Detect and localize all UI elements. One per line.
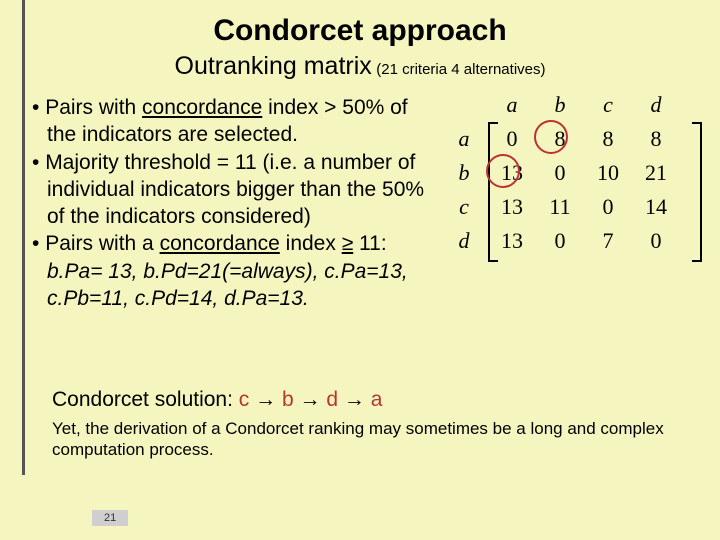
cell-d-b: 0	[536, 224, 584, 258]
caveat: Yet, the derivation of a Condorcet ranki…	[52, 418, 692, 461]
cell-c-b: 11	[536, 190, 584, 224]
col-a: a	[488, 88, 536, 122]
b3-mid: index	[280, 232, 342, 255]
cell-b-b: 0	[536, 156, 584, 190]
col-d: d	[632, 88, 680, 122]
matrix-table: a b c d a 0 8 8 8 b 13 0 10 21 c 13 11 0…	[440, 88, 680, 258]
row-d: d	[440, 224, 488, 258]
circle-highlight-2	[486, 154, 520, 188]
sol-d: d	[326, 388, 338, 411]
matrix-bracket-right	[688, 122, 702, 262]
b3-pre: Pairs with a	[45, 232, 159, 255]
arrow-2: →	[300, 388, 327, 411]
cell-a-d: 8	[632, 122, 680, 156]
row-a: a	[440, 122, 488, 156]
outranking-matrix: a b c d a 0 8 8 8 b 13 0 10 21 c 13 11 0…	[440, 88, 698, 258]
sol-a: a	[371, 388, 383, 411]
arrow-3: →	[344, 388, 371, 411]
bullet-3: Pairs with a concordance index ≥ 11: b.P…	[32, 230, 432, 312]
cell-c-d: 14	[632, 190, 680, 224]
bullet-2: Majority threshold = 11 (i.e. a number o…	[32, 149, 432, 231]
arrow-1: →	[255, 388, 282, 411]
cell-c-c: 0	[584, 190, 632, 224]
b1-pre: Pairs with	[45, 96, 142, 119]
solution-line: Condorcet solution: c → b → d → a	[52, 388, 382, 412]
b3-ge: ≥	[342, 232, 354, 255]
cell-b-c: 10	[584, 156, 632, 190]
subtitle-wrap: Outranking matrix (21 criteria 4 alterna…	[0, 52, 720, 81]
b1-ul: concordance	[142, 96, 262, 119]
col-c: c	[584, 88, 632, 122]
cell-d-d: 0	[632, 224, 680, 258]
b3-examples: b.Pa= 13, b.Pd=21(=always), c.Pa=13, c.P…	[47, 260, 408, 310]
b3-ul: concordance	[160, 232, 280, 255]
slide-title: Condorcet approach	[0, 14, 720, 48]
bullet-list: Pairs with concordance index > 50% of th…	[32, 94, 432, 312]
subtitle-note: (21 criteria 4 alternatives)	[376, 61, 545, 78]
cell-a-c: 8	[584, 122, 632, 156]
row-b: b	[440, 156, 488, 190]
cell-b-d: 21	[632, 156, 680, 190]
circle-highlight-1	[534, 120, 568, 154]
sol-c: c	[239, 388, 250, 411]
cell-d-c: 7	[584, 224, 632, 258]
row-c: c	[440, 190, 488, 224]
solution-label: Condorcet solution:	[52, 388, 239, 411]
col-b: b	[536, 88, 584, 122]
matrix-bracket-left	[488, 122, 502, 262]
page-number: 21	[92, 510, 128, 526]
bullet-1: Pairs with concordance index > 50% of th…	[32, 94, 432, 149]
b3-num: 11:	[353, 232, 386, 255]
sol-b: b	[282, 388, 294, 411]
subtitle: Outranking matrix	[175, 52, 372, 80]
